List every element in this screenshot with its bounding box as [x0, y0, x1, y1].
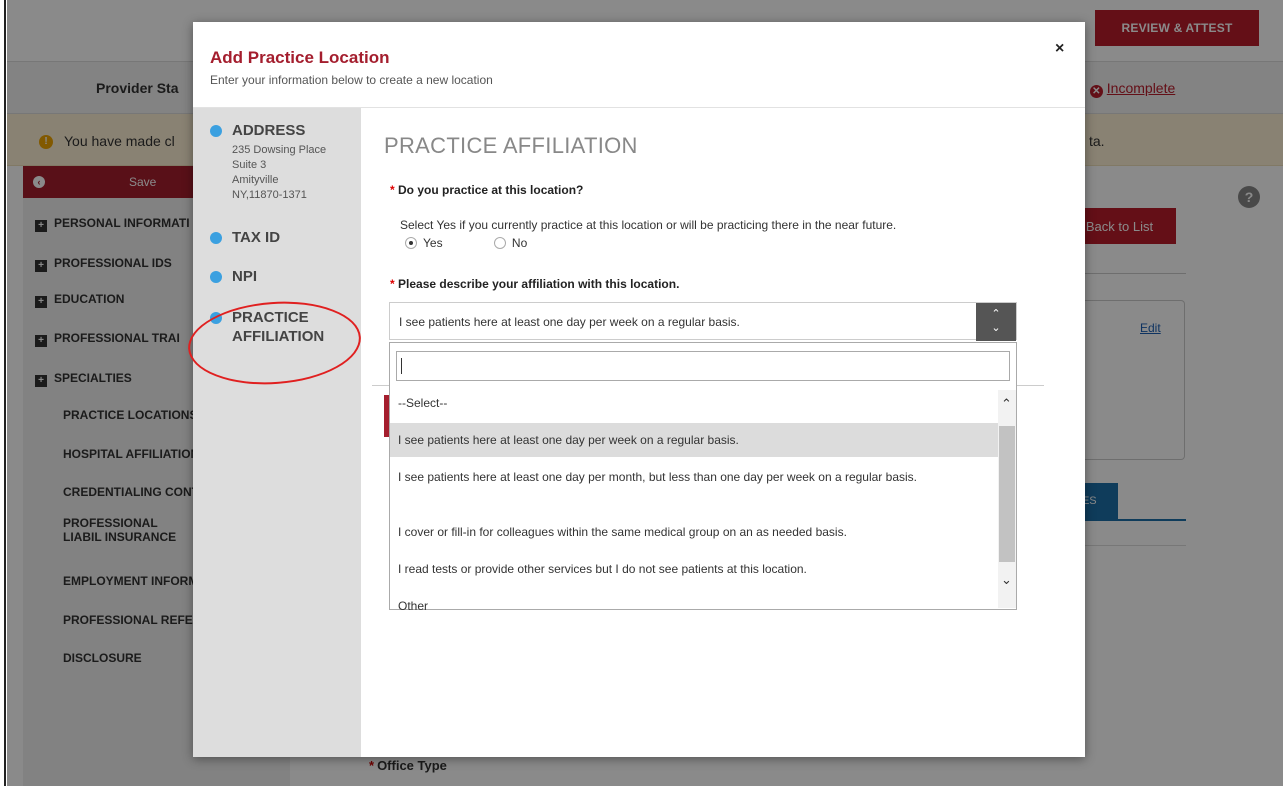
radio-no[interactable]: No: [493, 236, 527, 250]
modal-title: Add Practice Location: [210, 48, 390, 67]
affiliation-select-value: I see patients here at least one day per…: [399, 315, 740, 329]
dropdown-option[interactable]: I cover or fill-in for colleagues within…: [390, 523, 998, 541]
step-label: ADDRESS: [232, 122, 306, 139]
question-affiliation: * Please describe your affiliation with …: [390, 277, 680, 291]
question-practice-here: * Do you practice at this location?: [390, 183, 584, 197]
scrollbar-thumb[interactable]: [999, 426, 1015, 562]
scroll-down-icon[interactable]: ⌄: [1001, 572, 1012, 588]
question-help-text: Select Yes if you currently practice at …: [400, 218, 897, 232]
step-address-details: 235 Dowsing Place Suite 3 Amityville NY,…: [232, 144, 327, 201]
practice-here-radio-group: Yes No: [405, 236, 527, 250]
dropdown-scrollbar[interactable]: ⌃ ⌄: [998, 390, 1016, 608]
dropdown-option[interactable]: --Select--: [390, 394, 998, 412]
radio-yes[interactable]: Yes: [405, 236, 443, 250]
required-marker: *: [390, 277, 395, 291]
dropdown-search-input[interactable]: [396, 351, 1010, 381]
select-updown-icon[interactable]: ⌃ ⌄: [976, 303, 1016, 341]
dropdown-option[interactable]: I read tests or provide other services b…: [390, 560, 998, 578]
step-label: NPI: [232, 268, 258, 285]
window-left-edge: [0, 0, 6, 786]
required-marker: *: [390, 183, 395, 197]
radio-checked-icon: [405, 237, 417, 249]
step-dot-icon: [210, 271, 222, 283]
step-sidebar: ADDRESS 235 Dowsing Place Suite 3 Amityv…: [193, 108, 361, 757]
step-label: TAX ID: [232, 229, 281, 246]
dropdown-options-list: --Select-- I see patients here at least …: [390, 390, 998, 610]
dropdown-option[interactable]: I see patients here at least one day per…: [390, 468, 998, 486]
section-title: PRACTICE AFFILIATION: [384, 133, 638, 158]
step-dot-icon: [210, 232, 222, 244]
dropdown-option-highlighted[interactable]: I see patients here at least one day per…: [390, 423, 998, 457]
step-dot-icon: [210, 125, 222, 137]
affiliation-dropdown: --Select-- I see patients here at least …: [389, 342, 1017, 610]
modal-subtitle: Enter your information below to create a…: [210, 73, 493, 87]
scroll-up-icon[interactable]: ⌃: [1001, 396, 1012, 412]
affiliation-select[interactable]: I see patients here at least one day per…: [389, 302, 1017, 341]
modal-header: Add Practice Location Enter your informa…: [193, 22, 1085, 108]
radio-unchecked-icon: [493, 237, 506, 249]
step-label: PRACTICE AFFILIATION: [232, 309, 325, 345]
dropdown-option[interactable]: Other: [390, 597, 998, 610]
text-caret: [401, 358, 402, 374]
close-icon[interactable]: ×: [1055, 40, 1064, 58]
step-dot-icon: [210, 312, 222, 324]
